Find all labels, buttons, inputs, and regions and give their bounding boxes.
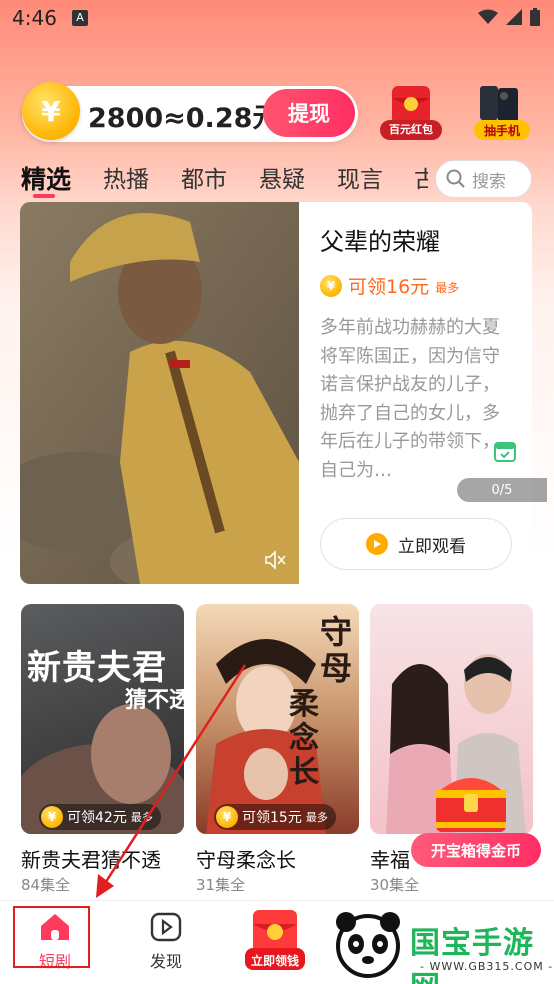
search-icon xyxy=(446,169,465,188)
watch-now-button[interactable]: 立即观看 xyxy=(320,518,512,570)
search-input[interactable]: 搜索 xyxy=(435,160,532,198)
drama-title: 幸福 xyxy=(370,848,410,872)
tab-hot[interactable]: 热播 xyxy=(103,160,149,194)
tab-active-indicator xyxy=(33,194,55,198)
watermark-url: - WWW.GB315.COM - xyxy=(420,960,554,973)
coin-icon: ¥ xyxy=(22,82,80,140)
watermark-brand: 国宝手游网 xyxy=(410,926,534,984)
play-icon xyxy=(366,533,388,555)
tab-ancient[interactable]: 古 xyxy=(414,160,428,194)
play-icon xyxy=(150,912,182,942)
coin-balance-text: 2800≈0.28元 xyxy=(88,103,280,134)
watch-now-label: 立即观看 xyxy=(398,536,466,557)
status-icons xyxy=(478,8,540,26)
drama-reward-text: 可领15元 xyxy=(242,810,302,826)
nav-discover[interactable]: 发现 xyxy=(121,912,211,972)
redpack-label: 百元红包 xyxy=(389,123,433,136)
featured-video[interactable] xyxy=(20,202,299,584)
wifi-icon xyxy=(478,9,498,24)
phone-label: 抽手机 xyxy=(483,124,520,138)
tab-featured[interactable]: 精选 xyxy=(21,160,71,196)
panda-logo-icon xyxy=(336,912,400,978)
coin-icon: ¥ xyxy=(41,806,63,828)
withdraw-button[interactable]: 提现 xyxy=(263,89,355,137)
tab-suspense[interactable]: 悬疑 xyxy=(259,160,305,194)
featured-reward-text: 可领16元 xyxy=(348,276,430,298)
mute-icon[interactable] xyxy=(264,550,286,574)
nav-discover-label: 发现 xyxy=(149,952,182,971)
drama-episodes: 30集全 xyxy=(370,876,420,894)
poster-title: 守母 xyxy=(319,613,352,687)
featured-description: 多年前战功赫赫的大夏将军陈国正，因为信守诺言保护战友的儿子，抛弃了自己的女儿，多… xyxy=(320,317,500,481)
drama-episodes: 84集全 xyxy=(21,876,71,894)
poster-subtitle: 柔念长 xyxy=(289,687,319,790)
open-chest-button[interactable]: 开宝箱得金币 xyxy=(411,833,541,867)
treasure-chest-icon[interactable] xyxy=(430,768,512,834)
page-indicator: 0/5 xyxy=(457,478,547,502)
status-time: 4:46 xyxy=(12,6,57,30)
featured-poster-image xyxy=(20,202,299,584)
watermark: 国宝手游网 - WWW.GB315.COM - xyxy=(330,904,554,984)
calendar-float-icon[interactable] xyxy=(494,440,516,462)
featured-reward: ¥ 可领16元 最多 xyxy=(320,272,459,299)
win-phone-button[interactable]: 抽手机 xyxy=(472,84,532,142)
notification-badge: A xyxy=(72,10,88,26)
featured-reward-max: 最多 xyxy=(435,281,460,295)
hundred-redpack-button[interactable]: 百元红包 xyxy=(378,84,444,142)
tab-urban[interactable]: 都市 xyxy=(181,160,227,194)
featured-title: 父辈的荣耀 xyxy=(320,228,440,256)
battery-icon xyxy=(530,8,540,26)
coin-icon: ¥ xyxy=(320,274,342,297)
search-placeholder: 搜索 xyxy=(472,171,506,192)
tab-modern-romance[interactable]: 现言 xyxy=(337,160,383,194)
nav-get-money-label: 立即领钱 xyxy=(250,954,299,968)
highlight-box xyxy=(13,906,90,968)
nav-get-money[interactable]: 立即领钱 xyxy=(245,910,305,972)
drama-reward-max: 最多 xyxy=(305,811,328,824)
signal-icon xyxy=(506,9,522,25)
annotation-arrow-icon xyxy=(96,664,247,898)
